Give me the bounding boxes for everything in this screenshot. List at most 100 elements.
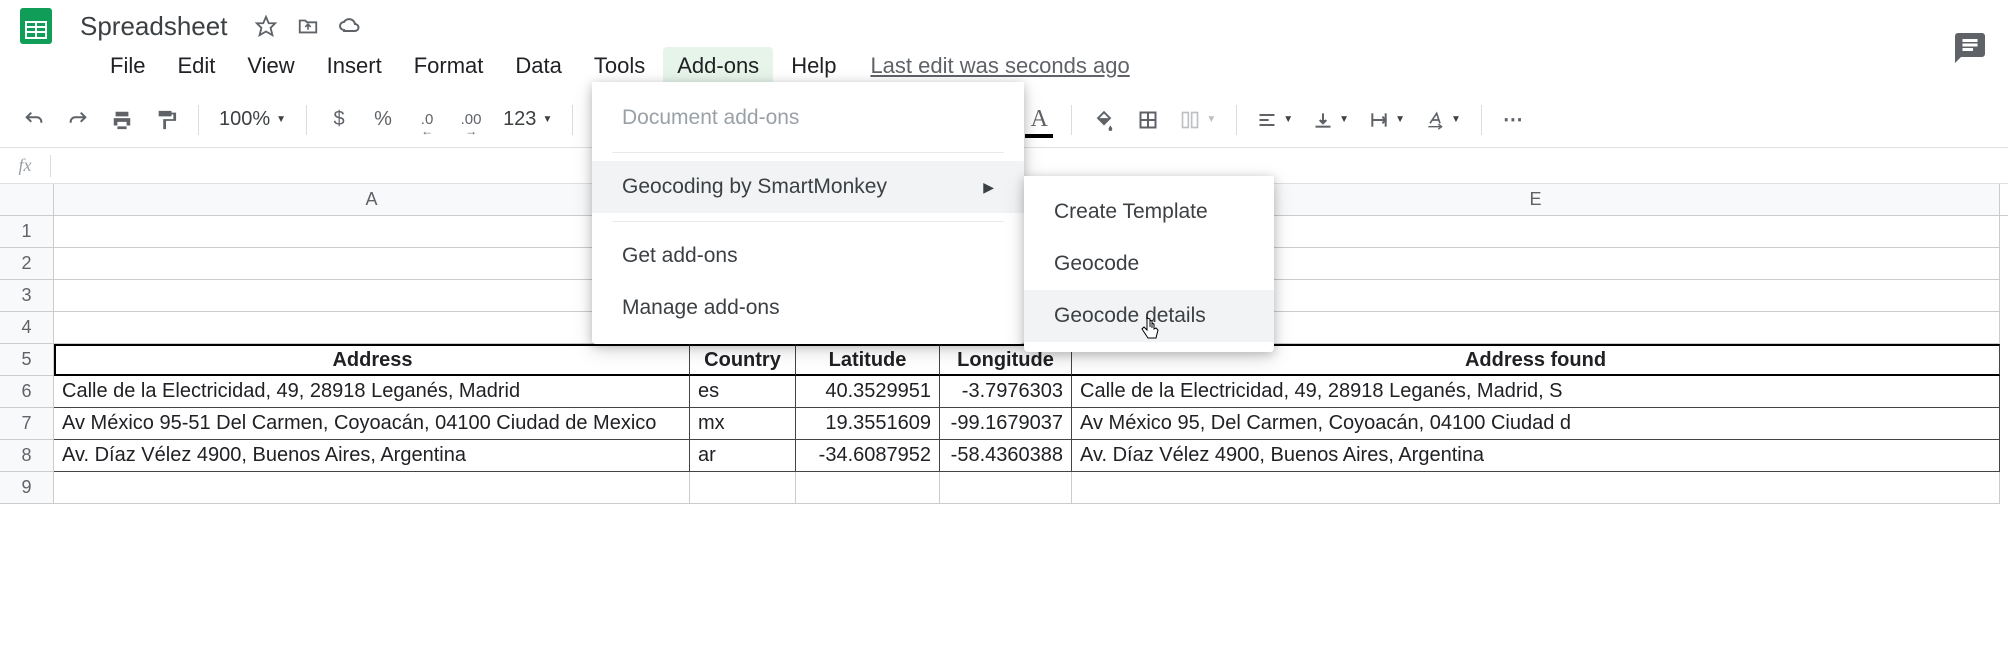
cell[interactable] [690,472,796,504]
separator [572,105,573,135]
header-address[interactable]: Address [54,344,690,376]
paint-format-button[interactable] [146,100,186,140]
separator [198,105,199,135]
row-header[interactable]: 2 [0,248,54,280]
menu-view[interactable]: View [233,47,308,85]
separator [50,155,51,177]
submenu-create-template[interactable]: Create Template [1024,186,1274,238]
chevron-down-icon: ▼ [542,114,552,125]
row-7: 7Av México 95-51 Del Carmen, Coyoacán, 0… [0,408,2008,440]
more-tools-button[interactable]: ⋯ [1494,100,1534,140]
menu-tools[interactable]: Tools [580,47,659,85]
cell-found[interactable]: Av México 95, Del Carmen, Coyoacán, 0410… [1072,408,2000,440]
vertical-align-button[interactable]: ▼ [1305,110,1357,130]
merge-cells-button[interactable]: ▼ [1172,110,1224,130]
menu-geocoding-smartmonkey[interactable]: Geocoding by SmartMonkey ▶ [592,161,1024,213]
document-title[interactable]: Spreadsheet [80,11,227,42]
zoom-select[interactable]: 100%▼ [211,108,294,131]
row-header[interactable]: 1 [0,216,54,248]
separator [1236,105,1237,135]
number-format-select[interactable]: 123 ▼ [495,108,560,131]
move-folder-icon[interactable] [295,13,321,39]
row-6: 6Calle de la Electricidad, 49, 28918 Leg… [0,376,2008,408]
menu-manage-addons[interactable]: Manage add-ons [592,282,1024,334]
edit-status[interactable]: Last edit was seconds ago [870,53,1129,79]
cell[interactable] [796,472,940,504]
star-icon[interactable] [253,13,279,39]
chevron-down-icon: ▼ [1395,114,1405,125]
print-button[interactable] [102,100,142,140]
cell-country[interactable]: ar [690,440,796,472]
cell-address[interactable]: Av. Díaz Vélez 4900, Buenos Aires, Argen… [54,440,690,472]
redo-button[interactable] [58,100,98,140]
format-label: 123 [503,108,536,131]
cell-country[interactable]: mx [690,408,796,440]
menu-get-addons[interactable]: Get add-ons [592,230,1024,282]
menu-help[interactable]: Help [777,47,850,85]
header-latitude[interactable]: Latitude [796,344,940,376]
submenu-geocode-details[interactable]: Geocode details [1024,290,1274,342]
text-color-button[interactable]: A [1019,100,1059,140]
row-9: 9 [0,472,2008,504]
horizontal-align-button[interactable]: ▼ [1249,110,1301,130]
cell-country[interactable]: es [690,376,796,408]
text-rotation-button[interactable]: ▼ [1417,110,1469,130]
increase-decimal-button[interactable]: .00→ [451,100,491,140]
currency-button[interactable]: $ [319,100,359,140]
chevron-down-icon: ▼ [1339,114,1349,125]
row-8: 8Av. Díaz Vélez 4900, Buenos Aires, Arge… [0,440,2008,472]
menu-document-addons: Document add-ons [592,92,1024,144]
cell-address[interactable]: Calle de la Electricidad, 49, 28918 Lega… [54,376,690,408]
cell-lat[interactable]: 19.3551609 [796,408,940,440]
row-header[interactable]: 4 [0,312,54,344]
submenu-geocode[interactable]: Geocode [1024,238,1274,290]
menu-data[interactable]: Data [501,47,575,85]
select-all-corner[interactable] [0,184,54,215]
cell-lon[interactable]: -99.1679037 [940,408,1072,440]
text-wrap-button[interactable]: ▼ [1361,110,1413,130]
zoom-value: 100% [219,108,270,131]
separator [612,221,1004,222]
cell[interactable] [1072,472,2000,504]
chevron-down-icon: ▼ [1451,114,1461,125]
addons-dropdown: Document add-ons Geocoding by SmartMonke… [592,82,1024,344]
separator [1071,105,1072,135]
header-country[interactable]: Country [690,344,796,376]
separator [1481,105,1482,135]
percent-button[interactable]: % [363,100,403,140]
cell-lon[interactable]: -3.7976303 [940,376,1072,408]
separator [612,152,1004,153]
menu-insert[interactable]: Insert [313,47,396,85]
sheets-app-icon[interactable] [12,2,60,50]
chevron-down-icon: ▼ [1283,114,1293,125]
menu-format[interactable]: Format [400,47,498,85]
cell[interactable] [54,472,690,504]
cell-found[interactable]: Av. Díaz Vélez 4900, Buenos Aires, Argen… [1072,440,2000,472]
separator [306,105,307,135]
row-header[interactable]: 7 [0,408,54,440]
submenu-arrow-icon: ▶ [983,179,994,196]
cell[interactable] [940,472,1072,504]
decrease-decimal-button[interactable]: .0← [407,100,447,140]
row-header[interactable]: 8 [0,440,54,472]
row-header[interactable]: 5 [0,344,54,376]
undo-button[interactable] [14,100,54,140]
row-header[interactable]: 6 [0,376,54,408]
menu-addons[interactable]: Add-ons [663,47,773,85]
comment-icon[interactable] [1952,30,1988,66]
cell-lon[interactable]: -58.4360388 [940,440,1072,472]
menu-label: Geocoding by SmartMonkey [622,175,887,199]
borders-button[interactable] [1128,100,1168,140]
row-header[interactable]: 3 [0,280,54,312]
menu-edit[interactable]: Edit [163,47,229,85]
fill-color-button[interactable] [1084,100,1124,140]
chevron-down-icon: ▼ [1206,114,1216,125]
cell-address[interactable]: Av México 95-51 Del Carmen, Coyoacán, 04… [54,408,690,440]
cell-lat[interactable]: -34.6087952 [796,440,940,472]
menu-file[interactable]: File [96,47,159,85]
cell-lat[interactable]: 40.3529951 [796,376,940,408]
cell-found[interactable]: Calle de la Electricidad, 49, 28918 Lega… [1072,376,2000,408]
titlebar: Spreadsheet [0,0,2008,44]
cloud-status-icon[interactable] [337,13,363,39]
row-header[interactable]: 9 [0,472,54,504]
